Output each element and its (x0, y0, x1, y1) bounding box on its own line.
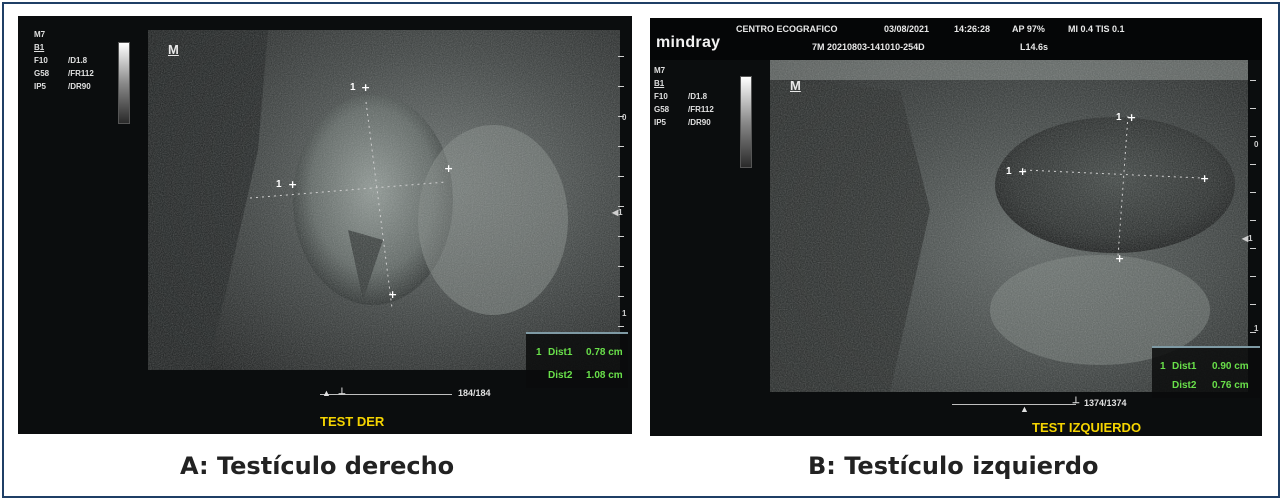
param-gain: G58 (654, 105, 670, 114)
measurement-dist2-label: Dist2 (1172, 380, 1197, 391)
caliper-label-1-left: 1 (276, 179, 282, 190)
ultrasound-panel-a: M M7 B1 F10 /D1.8 G58 /FR112 IP5 /DR90 1… (18, 16, 632, 434)
param-ip: IP5 (34, 82, 47, 91)
mi-tis: MI 0.4 TIS 0.1 (1068, 24, 1125, 34)
param-depth: /D1.8 (688, 92, 708, 101)
measurement-dist2-label: Dist2 (548, 370, 573, 381)
param-b: B1 (654, 79, 665, 88)
caliper-point: + (444, 162, 454, 175)
probe-orientation-marker: M (790, 78, 801, 93)
caliper-point: + (1127, 111, 1137, 124)
measurement-dist1-label: Dist1 (548, 347, 573, 358)
exam-date: 03/08/2021 (884, 24, 930, 34)
param-b: B1 (34, 43, 45, 52)
caliper-point: + (288, 178, 298, 191)
grayscale-bar (740, 76, 752, 168)
param-dynamic-range: /DR90 (688, 118, 711, 127)
caliper-point: + (1018, 165, 1028, 178)
param-framerate: /FR112 (68, 69, 94, 78)
caption-b: B: Testículo izquierdo (808, 452, 1099, 480)
measurement-dist2-value: 1.08 cm (586, 370, 623, 381)
measurement-dist1-value: 0.90 cm (1212, 361, 1249, 372)
param-ip: IP5 (654, 118, 667, 127)
measurement-dist1-value: 0.78 cm (586, 347, 623, 358)
brand-logo: mindray (656, 34, 721, 51)
cine-position-icon: ⊥ (1072, 395, 1080, 405)
param-dynamic-range: /DR90 (68, 82, 91, 91)
caliper-point: + (388, 288, 398, 301)
probe-orientation-marker: M (168, 42, 179, 57)
caliper-point: + (1115, 252, 1125, 265)
param-framerate: /FR112 (688, 105, 714, 114)
measurement-box: 1 Dist1 0.78 cm Dist2 1.08 cm (526, 332, 628, 388)
depth-scale (614, 56, 624, 327)
acoustic-power: AP 97% (1012, 24, 1045, 34)
exam-time: 14:26:28 (954, 24, 991, 34)
depth-mark-1: 1 (1254, 324, 1259, 333)
caliper-label-1-top: 1 (350, 82, 356, 93)
caliper-label-1-left: 1 (1006, 166, 1012, 177)
measurement-box: 1 Dist1 0.90 cm Dist2 0.76 cm (1152, 346, 1260, 398)
cine-start-marker-icon: ▲ (322, 388, 331, 398)
param-freq: F10 (34, 56, 48, 65)
sonogram-a (148, 30, 620, 370)
grayscale-bar (118, 42, 130, 124)
caliper-label-1-top: 1 (1116, 112, 1122, 123)
caliper-point: + (1200, 172, 1210, 185)
sonogram-b (770, 60, 1248, 392)
exam-id: 7M 20210803-141010-254D (812, 42, 925, 52)
ultrasound-image-b (770, 60, 1248, 392)
focus-marker-icon: ◀1 (1242, 234, 1253, 243)
measurement-index: 1 (536, 347, 542, 358)
cine-counter: 184/184 (458, 388, 491, 398)
test-label: TEST DER (320, 414, 385, 429)
measurement-dist2-value: 0.76 cm (1212, 380, 1249, 391)
param-mode: M7 (654, 66, 666, 75)
measurement-index: 1 (1160, 361, 1166, 372)
caliper-point: + (361, 81, 371, 94)
depth-mark-0: 0 (1254, 140, 1259, 149)
cine-counter: 1374/1374 (1084, 398, 1127, 408)
param-mode: M7 (34, 30, 46, 39)
cine-progress-bar (952, 404, 1076, 405)
depth-scale (1246, 80, 1256, 360)
test-label: TEST IZQUIERDO (1032, 420, 1142, 435)
probe-name: L14.6s (1020, 42, 1049, 52)
cine-start-marker-icon: ▲ (1020, 404, 1029, 414)
measurement-dist1-label: Dist1 (1172, 361, 1197, 372)
depth-mark-0: 0 (622, 113, 627, 122)
focus-marker-icon: ◀1 (612, 208, 623, 217)
caption-a: A: Testículo derecho (180, 452, 455, 480)
param-depth: /D1.8 (68, 56, 88, 65)
ultrasound-panel-b: mindray CENTRO ECOGRAFICO 03/08/2021 14:… (650, 18, 1262, 436)
param-gain: G58 (34, 69, 50, 78)
cine-position-icon: ⊥ (338, 386, 346, 396)
depth-mark-1: 1 (622, 309, 627, 318)
param-freq: F10 (654, 92, 668, 101)
ultrasound-image-a (148, 30, 620, 370)
center-name: CENTRO ECOGRAFICO (736, 24, 838, 34)
